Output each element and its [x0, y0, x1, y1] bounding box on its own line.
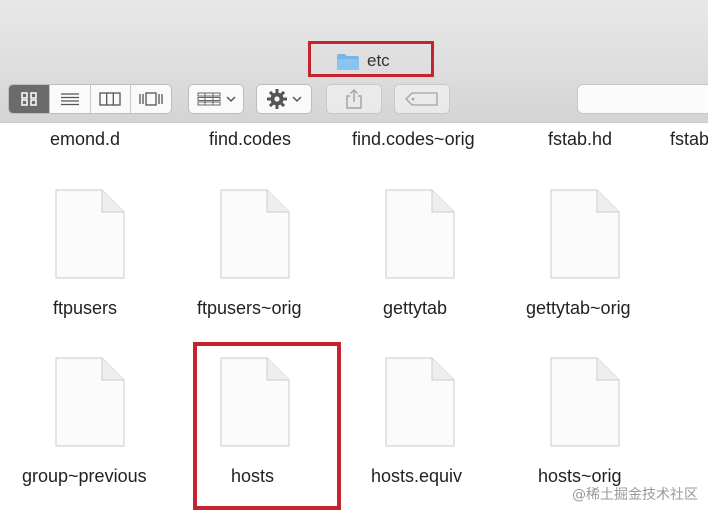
view-mode-control [8, 84, 172, 114]
share-icon [346, 89, 362, 109]
share-button[interactable] [326, 84, 382, 114]
gallery-icon [139, 92, 163, 106]
file-label[interactable]: ftpusers~orig [197, 298, 302, 319]
file-label[interactable]: gettytab [383, 298, 447, 319]
column-view-button[interactable] [91, 85, 132, 113]
window-title: etc [367, 51, 390, 70]
columns-icon [99, 92, 122, 106]
arrange-grid-icon [197, 92, 220, 106]
document-icon[interactable] [550, 357, 620, 447]
document-icon[interactable] [55, 189, 125, 279]
document-icon[interactable] [55, 357, 125, 447]
list-icon [60, 93, 79, 106]
file-label[interactable]: ftpusers [53, 298, 117, 319]
gallery-view-button[interactable] [131, 85, 171, 113]
file-label[interactable]: gettytab~orig [526, 298, 631, 319]
hosts-highlight-box [193, 342, 341, 510]
gear-icon [267, 89, 287, 109]
chevron-down-icon [225, 96, 236, 103]
action-button[interactable] [256, 84, 312, 114]
group-by-button[interactable] [188, 84, 244, 114]
file-label[interactable]: emond.d [50, 129, 120, 150]
file-label[interactable]: group~previous [22, 466, 147, 487]
title-highlight-box: etc [308, 41, 434, 77]
file-grid: emond.d find.codes find.codes~orig fstab… [0, 123, 708, 516]
document-icon[interactable] [220, 189, 290, 279]
window-toolbar-area: etc [0, 0, 708, 123]
icon-view-button[interactable] [9, 85, 50, 113]
file-label[interactable]: fstab [670, 129, 708, 150]
document-icon[interactable] [385, 357, 455, 447]
file-label[interactable]: hosts.equiv [371, 466, 462, 487]
folder-icon [337, 54, 359, 70]
edit-tags-button[interactable] [394, 84, 450, 114]
file-label[interactable]: find.codes [209, 129, 291, 150]
watermark: @稀土掘金技术社区 [572, 487, 698, 503]
file-label[interactable]: fstab.hd [548, 129, 612, 150]
tag-icon [405, 92, 438, 106]
file-label[interactable]: find.codes~orig [352, 129, 475, 150]
document-icon[interactable] [550, 189, 620, 279]
document-icon[interactable] [385, 189, 455, 279]
search-field[interactable] [577, 84, 708, 114]
chevron-down-icon [292, 96, 302, 103]
list-view-button[interactable] [50, 85, 91, 113]
toolbar [0, 84, 708, 116]
grid-icon [21, 92, 37, 106]
